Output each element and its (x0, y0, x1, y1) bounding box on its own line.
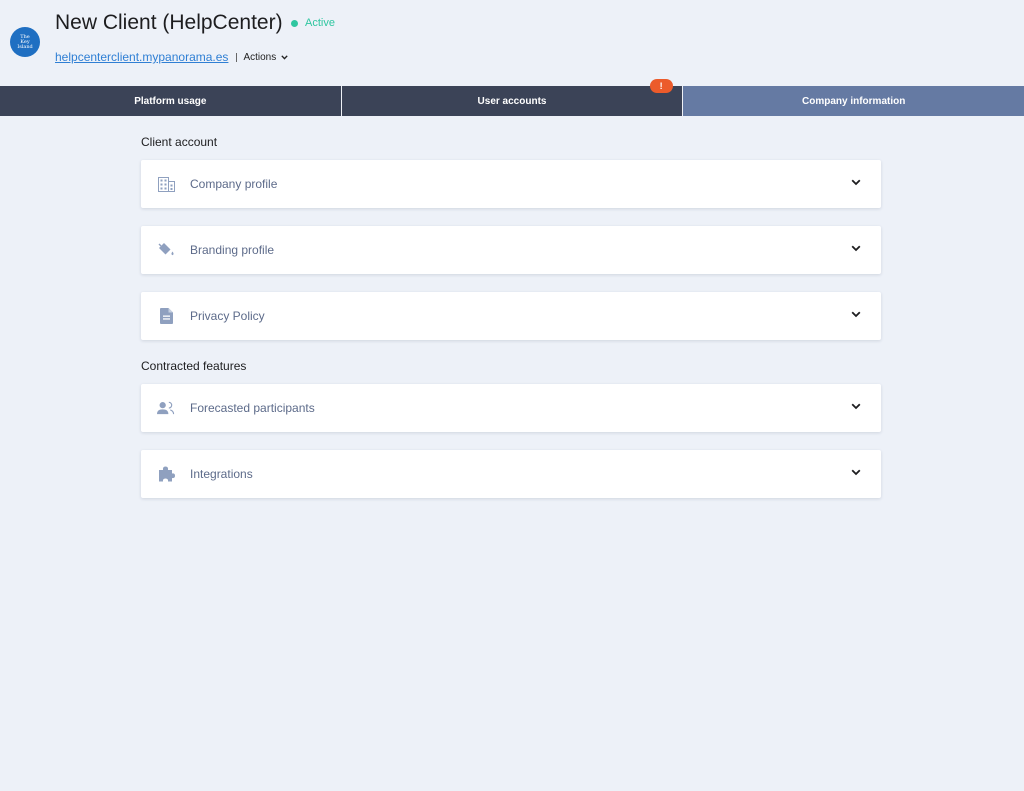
document-icon (157, 307, 175, 325)
chevron-down-icon (851, 245, 861, 252)
chevron-down-icon (281, 54, 288, 60)
page-title: New Client (HelpCenter) (55, 11, 283, 34)
accordion-label: Company profile (190, 177, 278, 191)
tab-company-information[interactable]: Company information (682, 86, 1024, 116)
tab-label: Company information (802, 95, 906, 107)
tab-label: Platform usage (134, 95, 207, 107)
divider (236, 52, 238, 62)
status-label: Active (305, 17, 335, 29)
tab-bar: Platform usage User accounts ! Company i… (0, 79, 1024, 116)
accordion-company-profile[interactable]: Company profile (141, 160, 881, 208)
actions-label: Actions (243, 51, 277, 63)
accordion-label: Forecasted participants (190, 401, 315, 415)
chevron-down-icon (851, 179, 861, 186)
building-icon (157, 175, 175, 193)
client-logo-text: The Key Island (17, 33, 33, 50)
tab-platform-usage[interactable]: Platform usage (0, 86, 341, 116)
alert-badge: ! (649, 79, 673, 93)
tab-label: User accounts (477, 95, 547, 107)
participants-icon (157, 399, 175, 417)
section-title-contracted-features: Contracted features (141, 359, 247, 373)
chevron-down-icon (851, 403, 861, 410)
status-dot-icon (291, 19, 298, 27)
chevron-down-icon (851, 311, 861, 318)
puzzle-icon (157, 465, 175, 483)
client-url-link[interactable]: helpcenterclient.mypanorama.es (55, 50, 228, 64)
chevron-down-icon (851, 469, 861, 476)
tab-user-accounts[interactable]: User accounts ! (340, 79, 683, 116)
page-header: The Key Island New Client (HelpCenter) A… (0, 0, 1024, 86)
accordion-label: Privacy Policy (190, 309, 265, 323)
client-logo: The Key Island (10, 27, 40, 57)
paint-bucket-icon (157, 241, 175, 259)
accordion-label: Integrations (190, 467, 253, 481)
actions-dropdown[interactable]: Actions (243, 52, 288, 63)
header-subline: helpcenterclient.mypanorama.es Actions (55, 50, 288, 64)
accordion-branding-profile[interactable]: Branding profile (141, 226, 881, 274)
section-title-client-account: Client account (141, 135, 218, 149)
accordion-forecasted-participants[interactable]: Forecasted participants (141, 384, 881, 432)
accordion-label: Branding profile (190, 243, 275, 257)
accordion-privacy-policy[interactable]: Privacy Policy (141, 292, 881, 340)
status-badge: Active (291, 17, 335, 29)
accordion-integrations[interactable]: Integrations (141, 450, 881, 498)
